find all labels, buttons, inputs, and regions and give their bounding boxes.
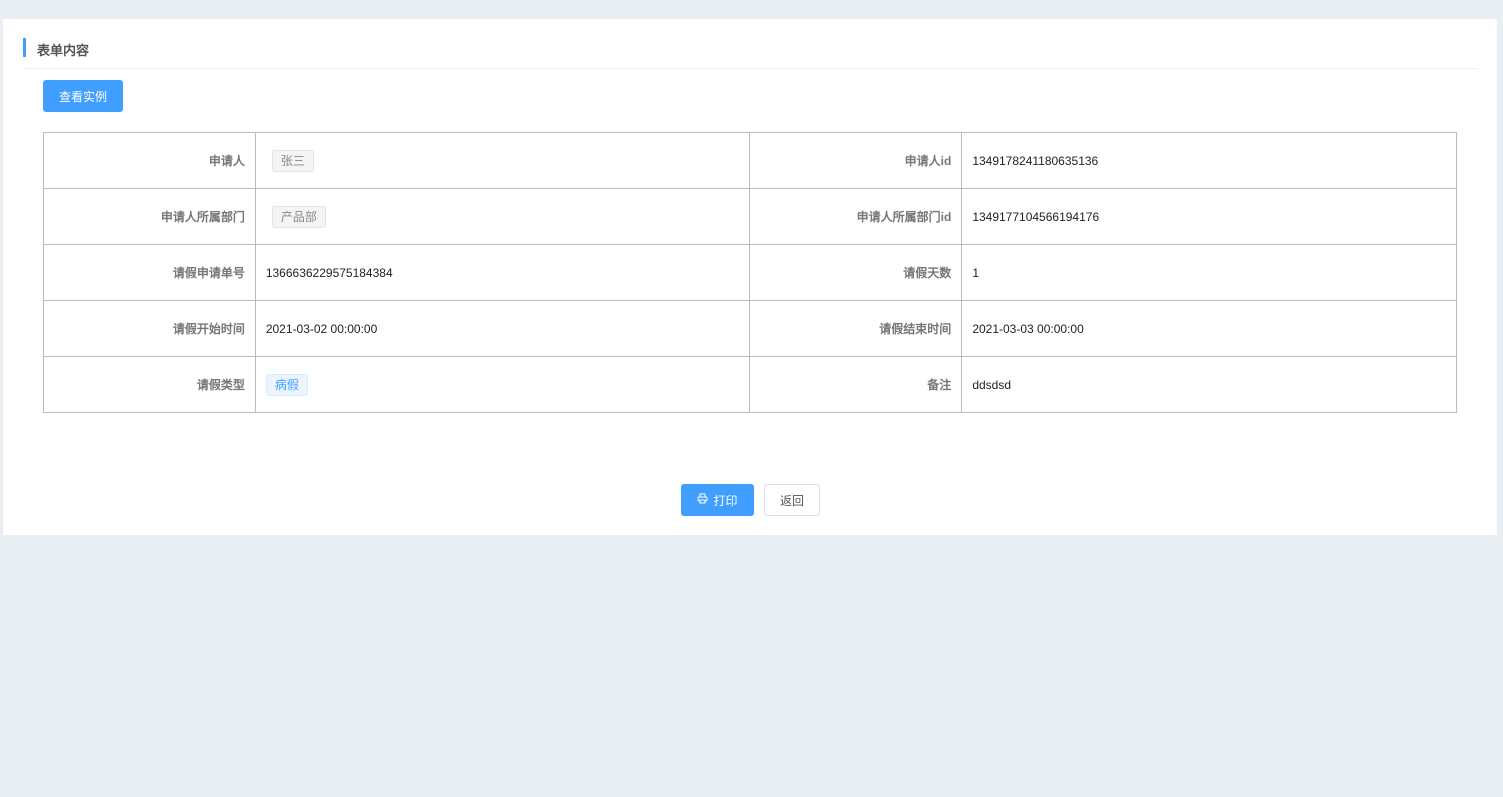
table-row: 请假类型 病假 备注 ddsdsd [43, 356, 1457, 413]
field-value: 2021-03-03 00:00:00 [961, 300, 1457, 357]
field-label: 申请人id [749, 132, 963, 189]
table-row: 请假申请单号 1366636229575184384 请假天数 1 [43, 244, 1457, 301]
field-label: 请假开始时间 [43, 300, 256, 357]
field-label: 请假天数 [749, 244, 963, 301]
department-tag: 产品部 [271, 205, 326, 228]
section-header: 表单内容 [23, 38, 1478, 69]
accent-bar [23, 38, 26, 57]
field-label: 申请人所属部门 [43, 188, 256, 245]
field-value: 1 [961, 244, 1457, 301]
field-label: 申请人 [43, 132, 256, 189]
field-label: 请假申请单号 [43, 244, 256, 301]
section-title: 表单内容 [37, 43, 90, 58]
table-row: 申请人所属部门 产品部 申请人所属部门id 134917710456619417… [43, 188, 1457, 245]
field-label: 请假类型 [43, 356, 256, 413]
form-card: 表单内容 查看实例 申请人 张三 申请人id 13491782411806351… [3, 19, 1497, 535]
table-row: 申请人 张三 申请人id 1349178241180635136 [43, 132, 1457, 189]
print-button[interactable]: 打印 [681, 484, 754, 516]
print-label: 打印 [713, 493, 738, 508]
view-instance-button[interactable]: 查看实例 [43, 80, 123, 112]
table-row: 请假开始时间 2021-03-02 00:00:00 请假结束时间 2021-0… [43, 300, 1457, 357]
detail-table: 申请人 张三 申请人id 1349178241180635136 申请人所属部门… [43, 132, 1457, 413]
back-button[interactable]: 返回 [764, 484, 820, 516]
printer-icon [697, 493, 708, 507]
leave-type-tag: 病假 [265, 373, 308, 396]
field-value: 1366636229575184384 [254, 244, 751, 301]
field-label: 备注 [749, 356, 963, 413]
field-value: ddsdsd [961, 356, 1457, 413]
field-label: 请假结束时间 [749, 300, 963, 357]
field-value: 2021-03-02 00:00:00 [254, 300, 751, 357]
applicant-tag: 张三 [271, 149, 314, 172]
field-label: 申请人所属部门id [749, 188, 963, 245]
field-value: 1349178241180635136 [961, 132, 1457, 189]
field-value: 1349177104566194176 [961, 188, 1457, 245]
